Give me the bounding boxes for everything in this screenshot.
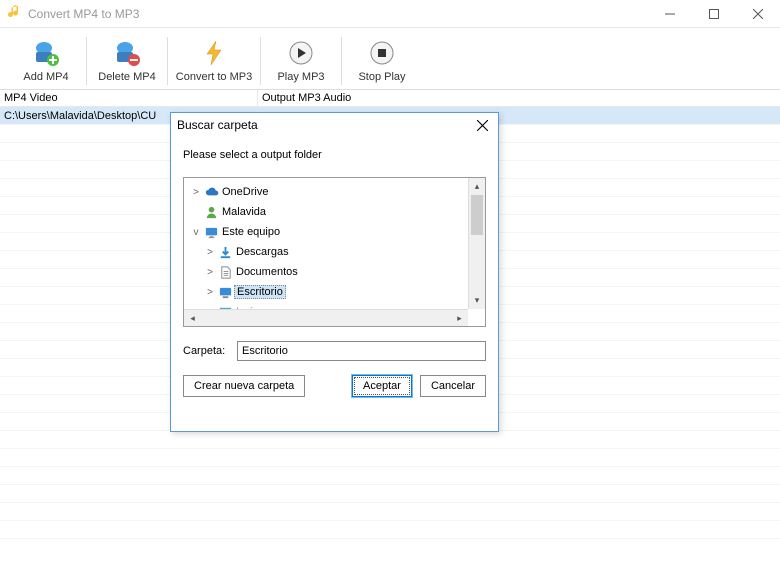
dialog-title: Buscar carpeta: [177, 118, 258, 132]
column-mp4[interactable]: MP4 Video: [0, 90, 258, 106]
tree-item-label: Documentos: [234, 266, 300, 278]
table-row[interactable]: [0, 449, 780, 467]
table-row[interactable]: [0, 485, 780, 503]
toolbar: Add MP4 Delete MP4 Convert to MP3 Play M…: [0, 28, 780, 90]
dialog-close-button[interactable]: [472, 115, 492, 135]
add-mp4-button[interactable]: Add MP4: [6, 38, 86, 83]
folder-label: Carpeta:: [183, 345, 237, 357]
delete-mp4-button[interactable]: Delete MP4: [87, 38, 167, 83]
column-headers: MP4 Video Output MP3 Audio: [0, 90, 780, 107]
stop-label: Stop Play: [358, 71, 405, 83]
tree-item-label: OneDrive: [220, 186, 270, 198]
horizontal-scrollbar[interactable]: ◂ ▸: [184, 309, 468, 326]
chevron-right-icon[interactable]: >: [204, 287, 216, 298]
title-bar: Convert MP4 to MP3: [0, 0, 780, 28]
convert-label: Convert to MP3: [176, 71, 252, 83]
dialog-instruction: Please select a output folder: [183, 149, 486, 161]
tree-item-user[interactable]: Malavida: [184, 202, 468, 222]
play-label: Play MP3: [277, 71, 324, 83]
new-folder-button[interactable]: Crear nueva carpeta: [183, 375, 305, 397]
convert-button[interactable]: Convert to MP3: [168, 38, 260, 83]
tree-item-label: Escritorio: [234, 285, 286, 299]
tree-item-label: Malavida: [220, 206, 268, 218]
stop-button[interactable]: Stop Play: [342, 38, 422, 83]
tree-item-onedrive[interactable]: > OneDrive: [184, 182, 468, 202]
delete-icon: [112, 38, 142, 68]
app-icon: [6, 4, 22, 23]
download-icon: [216, 245, 234, 260]
close-button[interactable]: [736, 0, 780, 28]
folder-input[interactable]: [237, 341, 486, 361]
tree-item-label: Descargas: [234, 246, 291, 258]
add-icon: [31, 38, 61, 68]
chevron-down-icon[interactable]: v: [190, 227, 202, 238]
monitor-icon: [202, 225, 220, 240]
tree-item-documents[interactable]: > Documentos: [184, 262, 468, 282]
stop-icon: [367, 38, 397, 68]
scroll-thumb[interactable]: [471, 195, 483, 235]
tree-item-label: Este equipo: [220, 226, 282, 238]
cancel-button[interactable]: Cancelar: [420, 375, 486, 397]
minimize-button[interactable]: [648, 0, 692, 28]
play-button[interactable]: Play MP3: [261, 38, 341, 83]
table-row[interactable]: [0, 521, 780, 539]
cloud-icon: [202, 185, 220, 200]
add-label: Add MP4: [23, 71, 68, 83]
column-mp3[interactable]: Output MP3 Audio: [258, 90, 780, 106]
delete-label: Delete MP4: [98, 71, 155, 83]
dialog-title-bar: Buscar carpeta: [171, 113, 498, 137]
scroll-right-icon[interactable]: ▸: [451, 313, 468, 324]
scroll-down-icon[interactable]: ▾: [469, 292, 485, 309]
play-icon: [286, 38, 316, 68]
lightning-icon: [199, 38, 229, 68]
vertical-scrollbar[interactable]: ▴ ▾: [468, 178, 485, 309]
accept-button[interactable]: Aceptar: [352, 375, 412, 397]
user-icon: [202, 205, 220, 220]
chevron-right-icon[interactable]: >: [204, 267, 216, 278]
table-row[interactable]: [0, 503, 780, 521]
chevron-right-icon[interactable]: >: [204, 247, 216, 258]
folder-tree[interactable]: > OneDrive Malavida v Este equipo >: [183, 177, 486, 327]
scroll-up-icon[interactable]: ▴: [469, 178, 485, 195]
document-icon: [216, 265, 234, 280]
table-row[interactable]: [0, 467, 780, 485]
tree-item-desktop[interactable]: > Escritorio: [184, 282, 468, 302]
tree-item-downloads[interactable]: > Descargas: [184, 242, 468, 262]
window-controls: [648, 0, 780, 28]
table-row[interactable]: [0, 431, 780, 449]
chevron-right-icon[interactable]: >: [190, 187, 202, 198]
browse-folder-dialog: Buscar carpeta Please select a output fo…: [170, 112, 499, 432]
scroll-left-icon[interactable]: ◂: [184, 313, 201, 324]
window-title: Convert MP4 to MP3: [28, 7, 139, 21]
maximize-button[interactable]: [692, 0, 736, 28]
desktop-icon: [216, 285, 234, 300]
tree-item-computer[interactable]: v Este equipo: [184, 222, 468, 242]
